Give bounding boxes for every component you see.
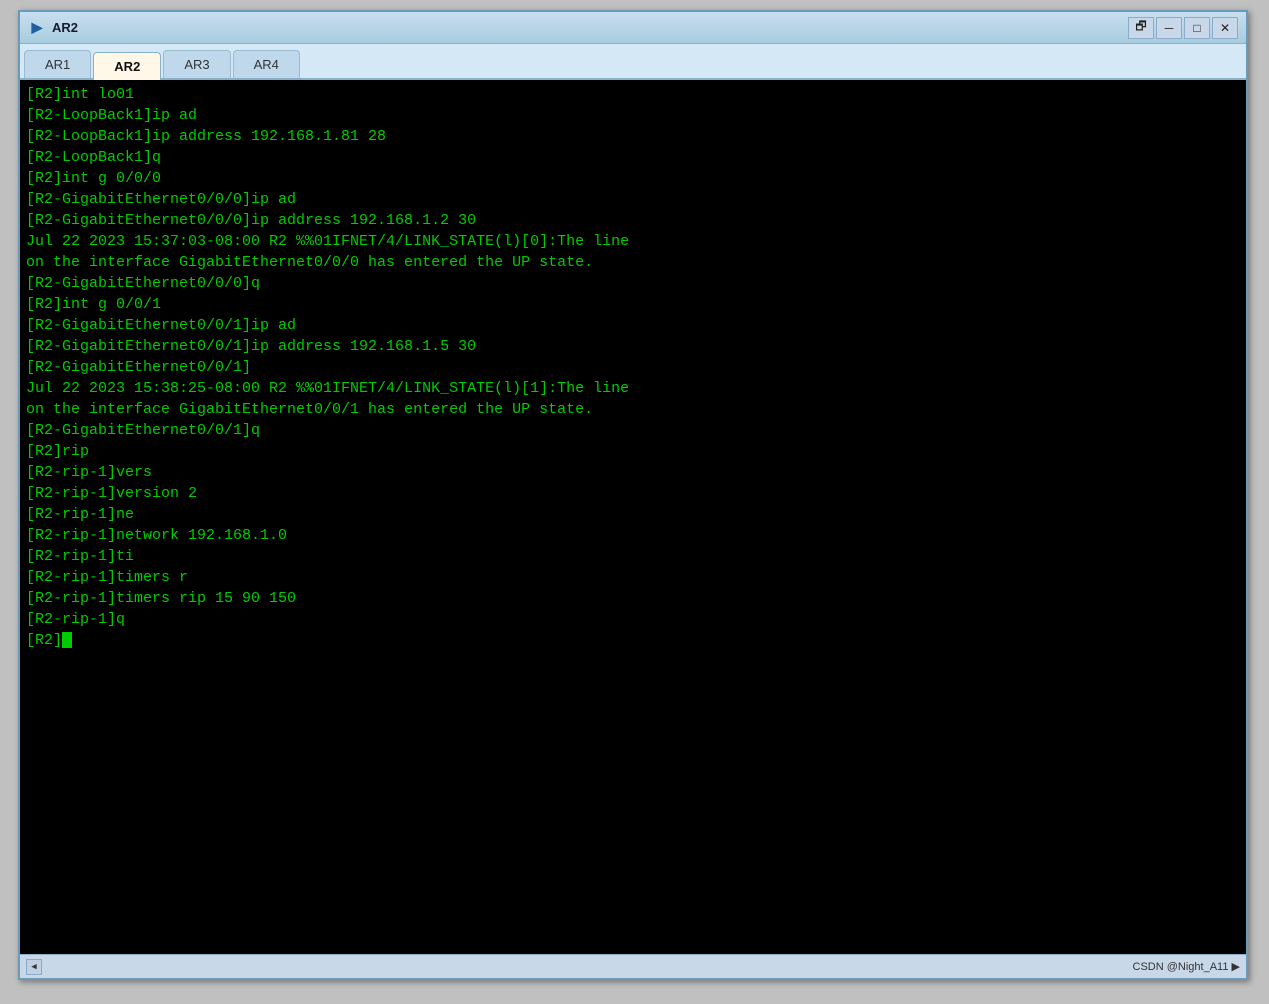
terminal-line: [R2-rip-1]vers [26,462,1240,483]
terminal-line: Jul 22 2023 15:37:03-08:00 R2 %%01IFNET/… [26,231,1240,252]
status-right-text: CSDN @Night_A11 ▶ [1133,960,1240,973]
title-bar: ▶ AR2 🗗 ─ □ ✕ [20,12,1246,44]
app-icon: ▶ [28,19,46,37]
scroll-left-button[interactable]: ◀ [26,959,42,975]
terminal-line: on the interface GigabitEthernet0/0/0 ha… [26,252,1240,273]
close-button[interactable]: ✕ [1212,17,1238,39]
terminal-cursor [62,632,72,648]
terminal-line: [R2-GigabitEthernet0/0/0]ip address 192.… [26,210,1240,231]
terminal-line: [R2]int g 0/0/1 [26,294,1240,315]
terminal-line: [R2]int g 0/0/0 [26,168,1240,189]
terminal-line: [R2-LoopBack1]ip address 192.168.1.81 28 [26,126,1240,147]
tab-bar: AR1 AR2 AR3 AR4 [20,44,1246,80]
minimize-button[interactable]: ─ [1156,17,1182,39]
terminal-line: [R2-GigabitEthernet0/0/0]ip ad [26,189,1240,210]
restore-button[interactable]: 🗗 [1128,17,1154,39]
tab-ar1[interactable]: AR1 [24,50,91,78]
terminal-line: [R2-GigabitEthernet0/0/1]ip ad [26,315,1240,336]
tab-ar3[interactable]: AR3 [163,50,230,78]
terminal-area: [R2]int lo01[R2-LoopBack1]ip ad[R2-LoopB… [20,80,1246,954]
terminal-line: [R2-rip-1]ti [26,546,1240,567]
status-left: ◀ [26,959,1133,975]
terminal-line: [R2-LoopBack1]q [26,147,1240,168]
terminal-line: [R2-rip-1]timers rip 15 90 150 [26,588,1240,609]
terminal-line: [R2]rip [26,441,1240,462]
terminal-line: [R2-GigabitEthernet0/0/1]q [26,420,1240,441]
terminal-line: [R2] [26,630,1240,651]
terminal-line: [R2-LoopBack1]ip ad [26,105,1240,126]
terminal-line: [R2-rip-1]version 2 [26,483,1240,504]
tab-ar2[interactable]: AR2 [93,52,161,80]
window-title: AR2 [52,20,1128,35]
main-window: ▶ AR2 🗗 ─ □ ✕ AR1 AR2 AR3 AR4 [R2]int lo… [18,10,1248,980]
terminal-line: [R2-GigabitEthernet0/0/1] [26,357,1240,378]
terminal-line: on the interface GigabitEthernet0/0/1 ha… [26,399,1240,420]
terminal-line: [R2]int lo01 [26,84,1240,105]
terminal-line: [R2-rip-1]q [26,609,1240,630]
terminal-line: Jul 22 2023 15:38:25-08:00 R2 %%01IFNET/… [26,378,1240,399]
terminal-line: [R2-rip-1]ne [26,504,1240,525]
terminal-line: [R2-GigabitEthernet0/0/0]q [26,273,1240,294]
tab-ar4[interactable]: AR4 [233,50,300,78]
terminal-content[interactable]: [R2]int lo01[R2-LoopBack1]ip ad[R2-LoopB… [20,80,1246,954]
terminal-line: [R2-rip-1]network 192.168.1.0 [26,525,1240,546]
status-bar: ◀ CSDN @Night_A11 ▶ [20,954,1246,978]
terminal-line: [R2-rip-1]timers r [26,567,1240,588]
terminal-line: [R2-GigabitEthernet0/0/1]ip address 192.… [26,336,1240,357]
window-controls: 🗗 ─ □ ✕ [1128,17,1238,39]
maximize-button[interactable]: □ [1184,17,1210,39]
